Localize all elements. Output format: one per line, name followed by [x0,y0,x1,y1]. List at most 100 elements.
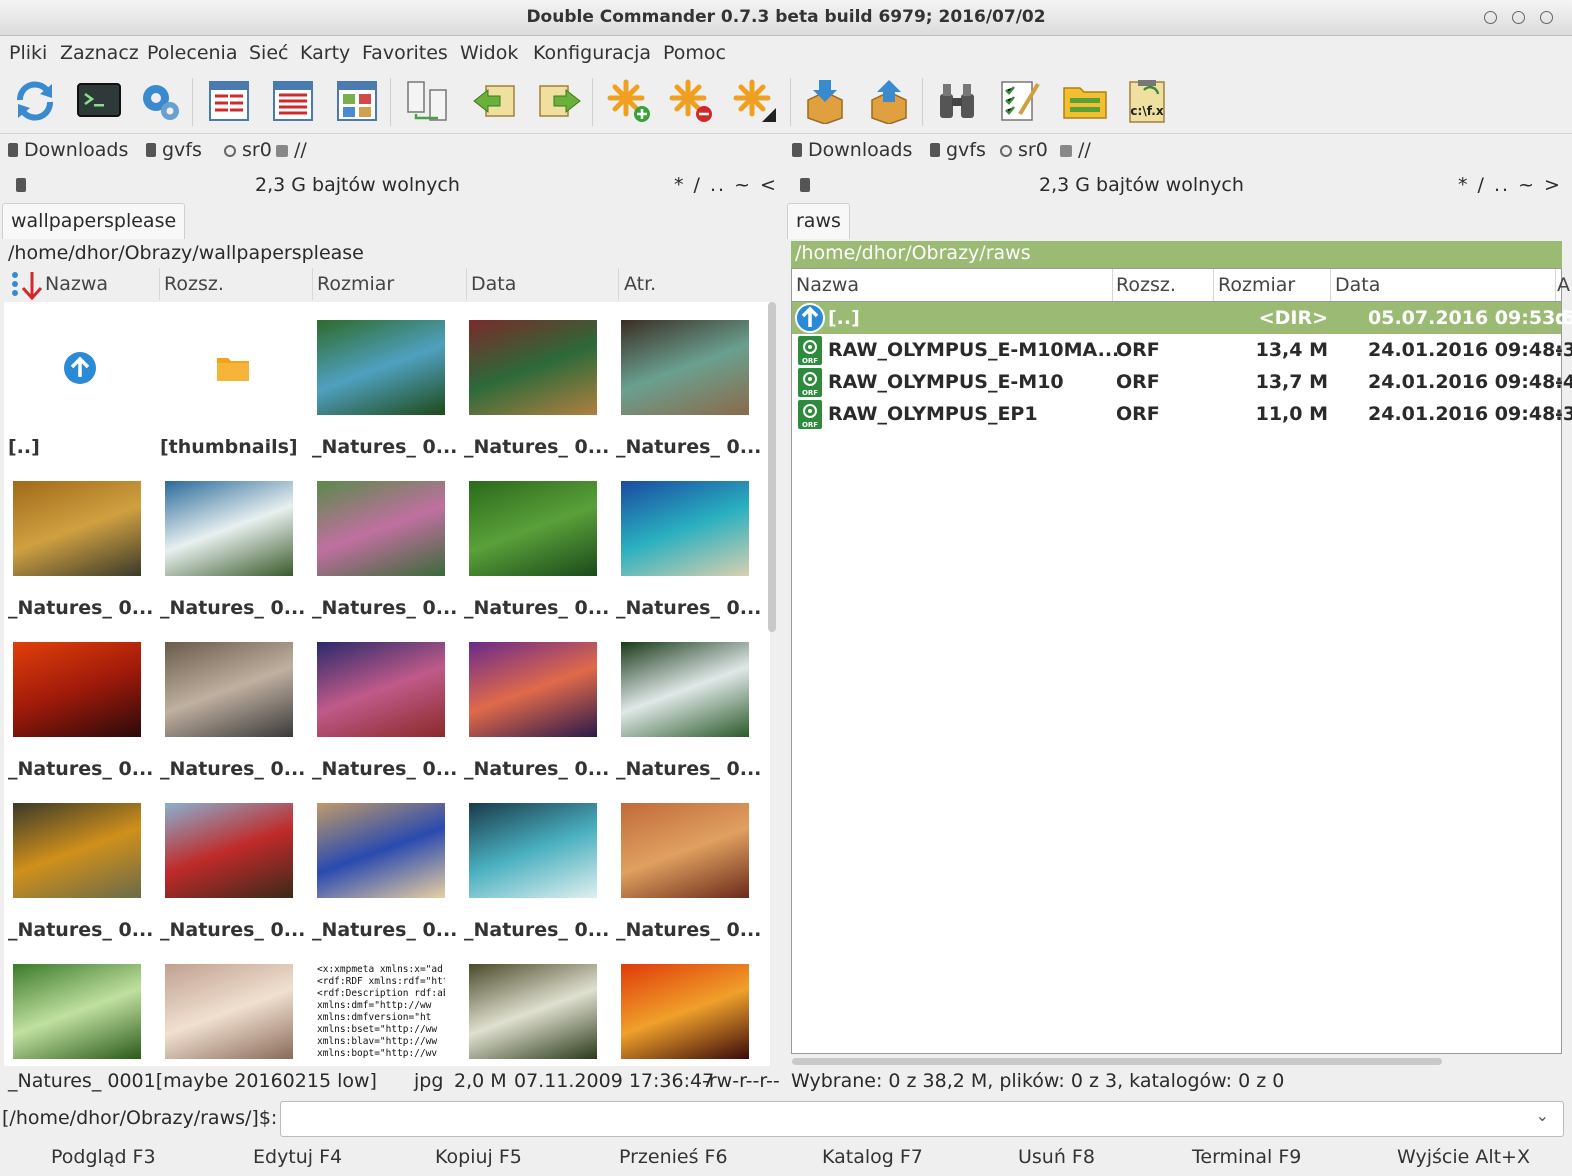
exit-button[interactable]: Wyjście Alt+X [1397,1146,1530,1168]
drive-gvfs[interactable]: gvfs [146,139,202,161]
thumbnail-item[interactable]: [thumbnails] [156,302,308,462]
f4-edit-button[interactable]: Edytuj F4 [253,1146,342,1168]
menu-karty[interactable]: Karty [300,42,350,64]
copy-right-icon[interactable] [536,78,582,124]
thumbnail-item[interactable]: _Natures_ 0... [308,302,460,462]
f8-delete-button[interactable]: Usuń F8 [1018,1146,1095,1168]
brief-view-icon[interactable] [206,78,252,124]
thumbnail-item[interactable]: _Natures_ 0... [308,624,460,784]
thumbnail-item[interactable]: _Natures_ 0... [4,463,156,623]
thumbnail-item[interactable] [460,946,612,1066]
thumbnail-item[interactable]: _Natures_ 0... [612,463,764,623]
column-atr[interactable]: A [1557,274,1570,296]
left-vertical-scrollbar[interactable] [768,302,776,632]
settings-gear-icon[interactable] [138,78,184,124]
path-nav-buttons[interactable]: * / .. ~ > [1458,174,1562,196]
f9-terminal-button[interactable]: Terminal F9 [1192,1146,1301,1168]
column-rozmiar[interactable]: Rozmiar [317,273,394,295]
pack-icon[interactable] [802,78,848,124]
menu-favorites[interactable]: Favorites [362,42,448,64]
column-rozsz[interactable]: Rozsz. [1116,274,1176,296]
thumbnail-item[interactable]: <x:xmpmeta xmlns:x="ad <rdf:RDF xmlns:rdf… [308,946,460,1066]
column-nazwa[interactable]: Nazwa [45,273,108,295]
thumbnail-item[interactable]: [..] [4,302,156,462]
thumbnail-item[interactable]: _Natures_ 0... [308,463,460,623]
thumbnail-item[interactable]: _Natures_ 0... [4,624,156,784]
file-row[interactable]: ORF RAW_OLYMPUS_E-M10 ORF 13,7 M 24.01.2016 … [792,366,1572,398]
thumbnail-item[interactable]: _Natures_ 0... [460,785,612,945]
drive-downloads[interactable]: Downloads [792,139,912,161]
thumbnail-item[interactable]: _Natures_ 0... [308,785,460,945]
minimize-button[interactable] [1484,11,1497,24]
orf-file-icon: ORF [798,368,822,397]
chevron-down-icon[interactable]: ⌄ [1536,1106,1549,1125]
column-rozmiar[interactable]: Rozmiar [1218,274,1295,296]
menu-zaznacz[interactable]: Zaznacz [60,42,139,64]
unpack-icon[interactable] [866,78,912,124]
drive-network[interactable]: // [276,139,307,161]
menu-siec[interactable]: Sieć [249,42,288,64]
multi-rename-icon[interactable] [998,78,1044,124]
thumbnail-item[interactable]: _Natures_ 0... [460,302,612,462]
drive-network[interactable]: // [1060,139,1091,161]
menu-polecenia[interactable]: Polecenia [147,42,237,64]
file-row[interactable]: ORF RAW_OLYMPUS_E-M10MA... ORF 13,4 M 24.01.… [792,334,1572,366]
thumbnail-item[interactable] [612,946,764,1066]
thumbnail-item[interactable] [4,946,156,1066]
thumbnail-item[interactable] [156,946,308,1066]
refresh-icon[interactable] [12,78,58,124]
compare-folders-icon[interactable] [404,78,450,124]
drive-sr0[interactable]: sr0 [224,139,272,161]
menu-widok[interactable]: Widok [460,42,518,64]
thumbnail-item[interactable]: _Natures_ 0... [156,624,308,784]
file-size: 11,0 M [1255,403,1328,425]
remove-selection-icon[interactable] [668,78,714,124]
drive-sr0[interactable]: sr0 [1000,139,1048,161]
file-date: 24.01.2016 09:48:33 [1368,403,1572,425]
select-all-icon[interactable] [732,78,778,124]
copy-left-icon[interactable] [472,78,518,124]
file-row[interactable]: ORF RAW_OLYMPUS_EP1 ORF 11,0 M 24.01.2016 09… [792,398,1572,430]
f5-copy-button[interactable]: Kopiuj F5 [435,1146,522,1168]
full-view-icon[interactable] [270,78,316,124]
close-button[interactable] [1540,11,1553,24]
right-horizontal-scrollbar[interactable] [792,1058,1442,1065]
search-binoculars-icon[interactable] [934,78,980,124]
column-nazwa[interactable]: Nazwa [796,274,859,296]
thumbnail-item[interactable]: _Natures_ 0... [612,302,764,462]
thumbnail-item[interactable]: _Natures_ 0... [460,463,612,623]
menu-pomoc[interactable]: Pomoc [663,42,726,64]
terminal-icon[interactable] [76,78,122,124]
tab-wallpapersplease[interactable]: wallpapersplease [2,203,186,239]
menu-konfiguracja[interactable]: Konfiguracja [533,42,651,64]
right-path-bar[interactable]: /home/dhor/Obrazy/raws [791,241,1562,268]
thumbnail-item[interactable]: _Natures_ 0... [612,785,764,945]
column-rozsz[interactable]: Rozsz. [164,273,224,295]
path-nav-buttons[interactable]: * / .. ~ < [674,174,778,196]
column-data[interactable]: Data [471,273,516,295]
menu-pliki[interactable]: Pliki [9,42,47,64]
f6-move-button[interactable]: Przenieś F6 [619,1146,728,1168]
sync-dirs-icon[interactable] [1062,78,1108,124]
command-input[interactable]: ⌄ [280,1101,1564,1137]
left-path-bar[interactable]: /home/dhor/Obrazy/wallpapersplease [4,241,780,268]
f7-mkdir-button[interactable]: Katalog F7 [822,1146,923,1168]
maximize-button[interactable] [1512,11,1525,24]
thumbnail-item[interactable]: _Natures_ 0... [156,463,308,623]
thumbnail-item[interactable]: _Natures_ 0... [156,785,308,945]
file-row[interactable]: [..] <DIR> 05.07.2016 09:53:53 d [792,302,1572,334]
thumbnail-item[interactable]: _Natures_ 0... [612,624,764,784]
thumbnail-view-icon[interactable] [334,78,380,124]
drive-downloads[interactable]: Downloads [8,139,128,161]
f3-view-button[interactable]: Podgląd F3 [51,1146,156,1168]
thumbnail-caption: _Natures_ 0... [160,919,306,941]
column-data[interactable]: Data [1335,274,1380,296]
column-atr[interactable]: Atr. [624,273,656,295]
tab-raws[interactable]: raws [787,203,850,239]
thumbnail-item[interactable]: _Natures_ 0... [460,624,612,784]
add-selection-icon[interactable] [606,78,652,124]
thumbnail-item[interactable]: _Natures_ 0... [4,785,156,945]
sort-descending-icon[interactable] [10,270,48,300]
drive-gvfs[interactable]: gvfs [930,139,986,161]
copy-path-icon[interactable]: c:\f.x [1124,78,1170,124]
